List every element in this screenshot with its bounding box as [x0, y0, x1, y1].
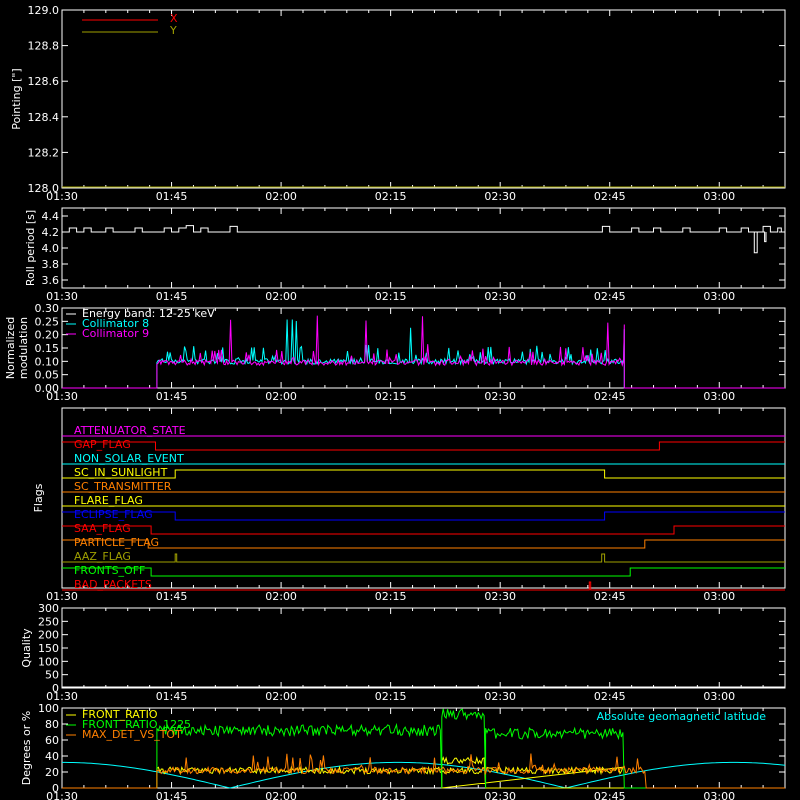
flag-label-saa-flag: SAA_FLAG — [74, 522, 131, 535]
x-tick-label: 02:00 — [265, 790, 297, 800]
y-tick-label: 300 — [38, 602, 59, 615]
flag-label-fronts-off: FRONTS_OFF — [74, 564, 145, 577]
y-axis-label: Pointing ["] — [10, 68, 23, 129]
x-tick-label: 01:45 — [156, 390, 188, 403]
flag-label-eclipse-flag: ECLIPSE_FLAG — [74, 508, 153, 521]
y-tick-label: 129.0 — [28, 4, 60, 17]
x-tick-label: 02:15 — [375, 790, 407, 800]
y-tick-label: 0 — [52, 682, 59, 695]
y-tick-label: 0.00 — [35, 382, 60, 395]
x-tick-label: 02:45 — [594, 690, 626, 703]
y-tick-label: 0.30 — [35, 302, 60, 315]
y-tick-label: 3.8 — [42, 258, 60, 271]
y-tick-label: 200 — [38, 629, 59, 642]
x-tick-label: 02:00 — [265, 190, 297, 203]
x-tick-label: 03:00 — [703, 590, 735, 603]
x-tick-label: 02:00 — [265, 590, 297, 603]
x-tick-label: 01:45 — [156, 290, 188, 303]
legend-label: MAX_DET_VS_TOT — [82, 728, 182, 741]
x-tick-label: 02:15 — [375, 290, 407, 303]
ospex-summary-figure: 01:30 01:45 02:00 02:15 02:30 02:45 03:00 128.0… — [0, 0, 800, 800]
y-tick-label: 128.2 — [28, 146, 60, 159]
flag-label-attenuator-state: ATTENUATOR_STATE — [74, 424, 186, 437]
x-tick-label: 02:45 — [594, 190, 626, 203]
x-tick-label: 03:00 — [703, 390, 735, 403]
y-tick-label: 80 — [45, 718, 59, 731]
legend-label-geomagnetic-latitude: Absolute geomagnetic latitude — [597, 710, 767, 723]
x-tick-label: 02:30 — [484, 190, 516, 203]
x-tick-label: 02:45 — [594, 290, 626, 303]
y-tick-label: 3.6 — [42, 274, 60, 287]
x-tick-label: 02:45 — [594, 390, 626, 403]
x-tick-label: 02:45 — [594, 590, 626, 603]
x-tick-label: 02:30 — [484, 390, 516, 403]
y-tick-label: 60 — [45, 734, 59, 747]
x-tick-label: 02:00 — [265, 290, 297, 303]
flag-label-aaz-flag: AAZ_FLAG — [74, 550, 131, 563]
y-tick-label: 128.4 — [28, 111, 60, 124]
flag-label-particle-flag: PARTICLE_FLAG — [74, 536, 159, 549]
y-tick-label: 0.15 — [35, 342, 60, 355]
y-axis-label: Roll period [s] — [24, 210, 37, 286]
flag-label-non-solar-event: NON_SOLAR_EVENT — [74, 452, 184, 465]
x-tick-label: 02:30 — [484, 690, 516, 703]
x-tick-label: 02:15 — [375, 690, 407, 703]
x-tick-label: 03:00 — [703, 690, 735, 703]
y-axis-label: Degrees or % — [20, 711, 33, 785]
y-tick-label: 150 — [38, 642, 59, 655]
y-axis-label: Flags — [32, 483, 45, 512]
x-tick-label: 01:45 — [156, 790, 188, 800]
x-tick-label: 02:15 — [375, 590, 407, 603]
x-tick-label: 02:30 — [484, 290, 516, 303]
y-axis-label: Normalizedmodulation — [4, 317, 30, 379]
y-axis-label-line: modulation — [17, 317, 30, 379]
y-axis-label: Quality — [20, 628, 33, 668]
y-tick-label: 4.4 — [42, 210, 60, 223]
x-tick-label: 02:15 — [375, 390, 407, 403]
x-tick-label: 03:00 — [703, 290, 735, 303]
legend-label-y: Y — [169, 24, 177, 37]
y-axis-label-line: Normalized — [4, 317, 17, 379]
y-tick-label: 0.20 — [35, 329, 60, 342]
y-tick-label: 0.05 — [35, 369, 60, 382]
x-tick-label: 02:30 — [484, 590, 516, 603]
y-tick-label: 100 — [38, 702, 59, 715]
y-tick-label: 250 — [38, 615, 59, 628]
x-tick-label: 01:45 — [156, 690, 188, 703]
y-tick-label: 40 — [45, 750, 59, 763]
y-tick-label: 128.0 — [28, 182, 60, 195]
x-tick-label: 02:45 — [594, 790, 626, 800]
y-tick-label: 0.25 — [35, 315, 60, 328]
y-tick-label: 4.2 — [42, 226, 60, 239]
x-tick-label: 01:45 — [156, 190, 188, 203]
flag-label-sc-transmitter: SC_TRANSMITTER — [74, 480, 172, 493]
y-tick-label: 128.6 — [28, 75, 60, 88]
x-tick-label: 02:15 — [375, 190, 407, 203]
y-tick-label: 50 — [45, 669, 59, 682]
flag-label-bad-packets: BAD_PACKETS — [74, 578, 152, 591]
y-tick-label: 4.0 — [42, 242, 60, 255]
y-tick-label: 100 — [38, 655, 59, 668]
x-tick-label: 02:30 — [484, 790, 516, 800]
flag-label-gap-flag: GAP_FLAG — [74, 438, 131, 451]
flag-label-sc-in-sunlight: SC_IN_SUNLIGHT — [74, 466, 168, 479]
x-tick-label: 03:00 — [703, 190, 735, 203]
y-tick-label: 128.8 — [28, 40, 60, 53]
flag-label-flare-flag: FLARE_FLAG — [74, 494, 143, 507]
legend-label: Collimator 9 — [82, 327, 149, 340]
x-tick-label: 02:00 — [265, 690, 297, 703]
x-tick-label: 02:00 — [265, 390, 297, 403]
y-tick-label: 0 — [52, 782, 59, 795]
x-tick-label: 01:45 — [156, 590, 188, 603]
x-tick-label: 03:00 — [703, 790, 735, 800]
y-tick-label: 20 — [45, 766, 59, 779]
x-tick-label: 01:30 — [46, 790, 78, 800]
y-tick-label: 0.10 — [35, 355, 60, 368]
